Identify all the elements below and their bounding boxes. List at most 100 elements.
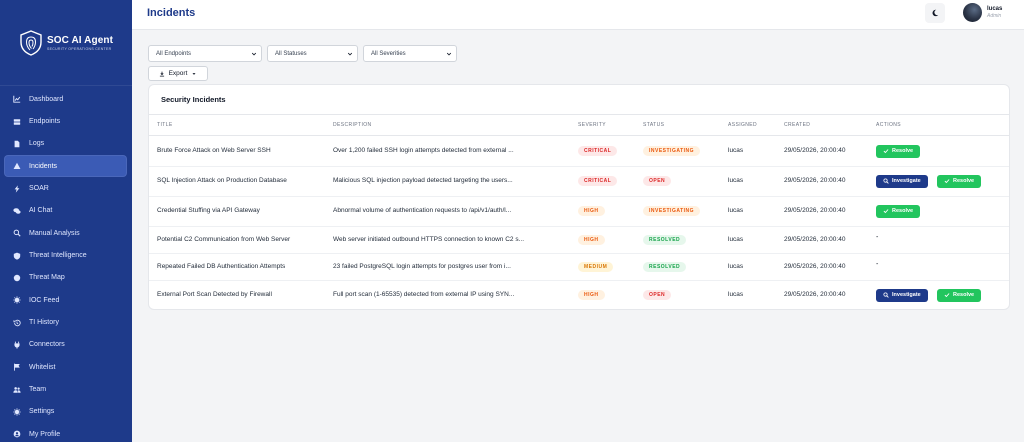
column-header-description[interactable]: DESCRIPTION [333,122,372,128]
sidebar-item-ti-history[interactable]: TI History [4,311,127,333]
sidebar-item-label: TI History [29,319,59,327]
chart-line-icon [12,95,21,104]
severity-filter-value: All Severities [371,50,406,57]
avatar[interactable] [963,3,982,22]
search-icon [883,178,889,184]
user-menu[interactable]: lucas Admin [963,3,1002,22]
card-title: Security Incidents [161,95,226,104]
column-header-severity[interactable]: SEVERITY [578,122,606,128]
divider [149,166,1009,167]
column-header-created[interactable]: CREATED [784,122,810,128]
user-name: lucas [987,6,1003,12]
check-icon [944,293,950,298]
incident-title[interactable]: Potential C2 Communication from Web Serv… [157,236,290,243]
resolve-button[interactable]: Resolve [937,174,982,188]
created-timestamp: 29/05/2026, 20:00:40 [784,291,846,298]
column-header-title[interactable]: TITLE [157,122,173,128]
incident-description: Web server initiated outbound HTTPS conn… [333,235,525,243]
incident-title[interactable]: SQL Injection Attack on Production Datab… [157,177,287,184]
status-badge: OPEN [643,176,672,186]
column-header-assigned[interactable]: ASSIGNED [728,122,757,128]
incident-description: 23 failed PostgreSQL login attempts for … [333,262,511,270]
resolve-button[interactable]: Resolve [876,204,921,218]
gear-icon [12,407,21,416]
brand-name: SOC AI Agent [46,34,113,46]
status-filter-select[interactable]: All Statuses [267,45,358,62]
sidebar-item-label: Settings [29,408,55,416]
investigate-button[interactable]: Investigate [876,174,928,188]
export-label: Export [168,70,188,77]
button-label: Investigate [892,178,921,184]
sidebar-item-team[interactable]: Team [4,378,127,400]
column-header-actions: ACTIONS [876,122,902,128]
virus-icon [12,296,21,305]
sidebar-item-threat-intelligence[interactable]: Threat Intelligence [4,244,127,266]
severity-badge: HIGH [578,290,605,300]
assigned-user: lucas [728,207,744,214]
sidebar-item-logs[interactable]: Logs [4,133,127,155]
top-header: Incidents lucas Admin [132,0,1024,30]
incidents-card: Security Incidents TITLE DESCRIPTION SEV… [148,84,1010,310]
sidebar-item-endpoints[interactable]: Endpoints [4,110,127,132]
sidebar-item-dashboard[interactable]: Dashboard [4,88,127,110]
globe-icon [12,273,21,282]
download-icon [159,71,164,76]
theme-toggle-button[interactable] [925,3,945,23]
sidebar-item-label: Incidents [29,162,58,170]
incident-title[interactable]: Brute Force Attack on Web Server SSH [157,147,271,154]
server-icon [12,117,21,126]
search-icon [883,292,889,298]
sidebar-item-label: Team [29,386,47,394]
severity-filter-select[interactable]: All Severities [363,45,457,62]
status-badge: RESOLVED [643,261,687,272]
sidebar-item-ioc-feed[interactable]: IOC Feed [4,289,127,311]
incident-title[interactable]: External Port Scan Detected by Firewall [157,291,272,298]
check-icon [883,149,889,154]
divider [149,226,1009,227]
chevron-down-icon [446,52,452,55]
created-timestamp: 29/05/2026, 20:00:40 [784,235,846,243]
button-label: Resolve [892,208,914,214]
chevron-down-icon [251,52,257,55]
resolve-button[interactable]: Resolve [937,288,982,302]
divider [149,135,1009,136]
sidebar-item-manual-analysis[interactable]: Manual Analysis [4,222,127,244]
divider [149,280,1009,281]
sidebar-item-threat-map[interactable]: Threat Map [4,267,127,289]
sidebar-nav: Dashboard Endpoints Logs Incidents SOAR AI Ch… [0,88,132,442]
brand-subtitle: SECURITY OPERATIONS CENTER [46,46,112,51]
endpoint-filter-select[interactable]: All Endpoints [148,45,262,62]
sidebar-item-soar[interactable]: SOAR [4,177,127,199]
incident-description: Malicious SQL injection payload detected… [333,177,513,184]
created-timestamp: 29/05/2026, 20:00:40 [784,177,846,184]
chevron-down-icon [347,52,353,55]
sidebar-item-settings[interactable]: Settings [4,401,127,423]
sidebar-item-incidents[interactable]: Incidents [4,155,127,178]
status-filter-value: All Statuses [275,50,307,57]
divider [149,253,1009,254]
check-icon [883,209,889,214]
status-badge: OPEN [643,290,672,300]
incident-title[interactable]: Repeated Failed DB Authentication Attemp… [157,263,285,270]
sidebar-item-whitelist[interactable]: Whitelist [4,356,127,378]
no-actions: - [876,260,879,268]
resolve-button[interactable]: Resolve [876,144,921,158]
export-button[interactable]: Export [148,66,208,81]
button-label: Resolve [953,178,975,184]
sidebar-item-my-profile[interactable]: My Profile [4,423,127,442]
filters-bar: All Endpoints All Statuses All Severitie… [148,45,457,62]
sidebar-item-label: Threat Map [29,274,65,282]
column-header-status[interactable]: STATUS [643,122,664,128]
caret-down-icon [192,72,196,75]
investigate-button[interactable]: Investigate [876,288,928,302]
brand[interactable]: SOC AI Agent SECURITY OPERATIONS CENTER [0,0,132,86]
severity-badge: HIGH [578,234,605,245]
sidebar-item-label: AI Chat [29,207,53,215]
shield-icon [12,251,21,260]
sidebar-item-connectors[interactable]: Connectors [4,334,127,356]
search-icon [12,229,21,238]
incident-description: Abnormal volume of authentication reques… [333,207,512,214]
severity-badge: CRITICAL [578,176,618,186]
sidebar-item-ai-chat[interactable]: AI Chat [4,200,127,222]
incident-title[interactable]: Credential Stuffing via API Gateway [157,207,260,214]
